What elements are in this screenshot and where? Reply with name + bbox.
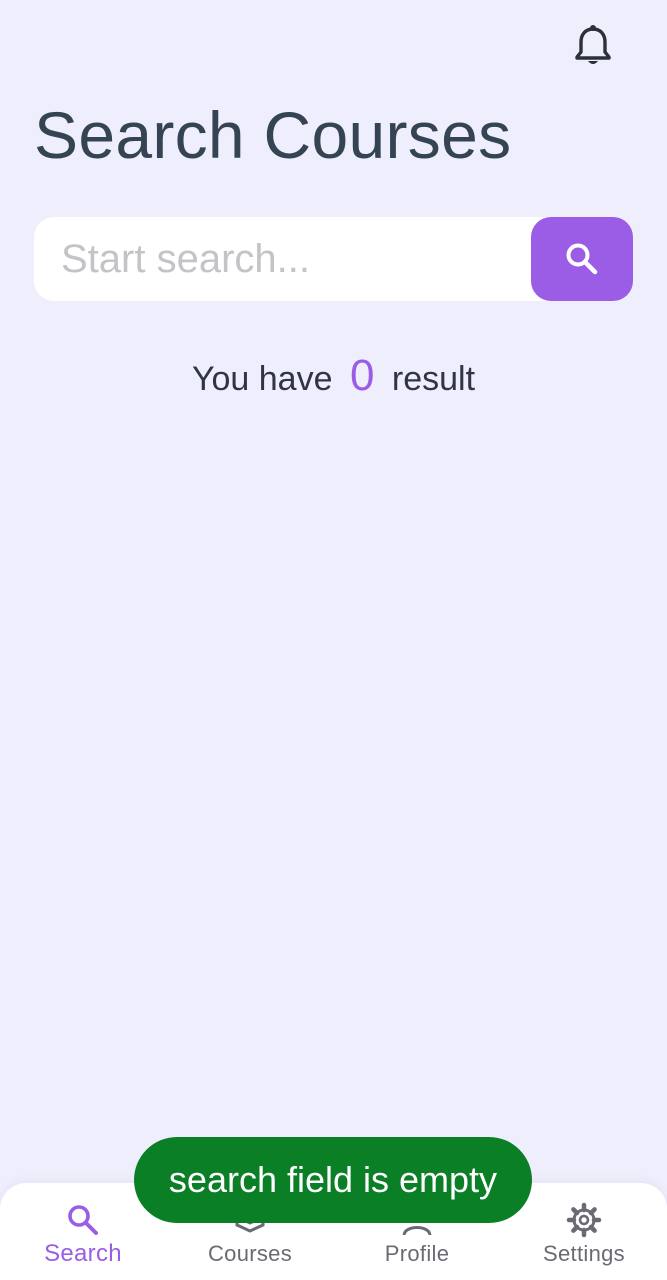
search-bar xyxy=(34,217,633,301)
nav-label-profile: Profile xyxy=(384,1241,450,1266)
gear-icon xyxy=(566,1202,602,1238)
search-button[interactable] xyxy=(531,217,633,301)
results-summary: You have 0 result xyxy=(0,348,667,407)
toast-message: search field is empty xyxy=(134,1137,532,1223)
search-icon xyxy=(566,243,598,275)
search-icon xyxy=(68,1205,98,1235)
results-prefix: You have xyxy=(191,360,333,398)
results-suffix: result xyxy=(391,360,476,398)
notifications-button[interactable] xyxy=(572,22,614,68)
nav-label-settings: Settings xyxy=(543,1241,625,1266)
search-input[interactable] xyxy=(34,217,531,301)
nav-label-search: Search xyxy=(44,1240,122,1267)
bell-icon xyxy=(575,25,611,64)
results-count: 0 xyxy=(349,351,375,400)
page-title: Search Courses xyxy=(34,98,512,172)
nav-label-courses: Courses xyxy=(207,1241,293,1266)
